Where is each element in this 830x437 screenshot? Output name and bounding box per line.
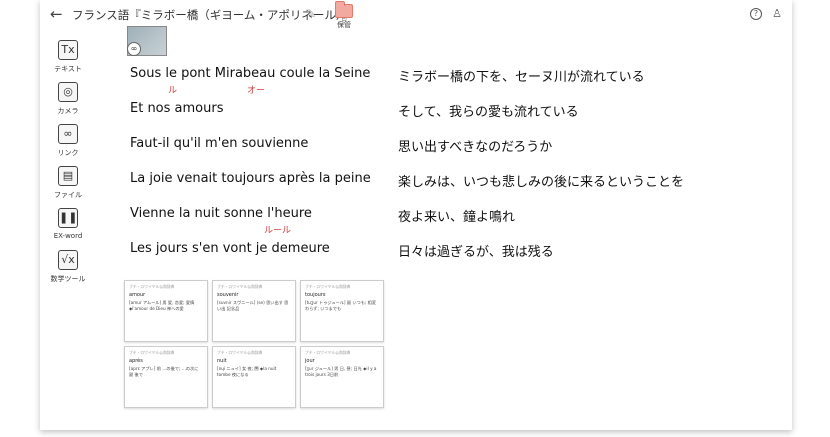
- french-line[interactable]: Les jours s'en vont je demeure: [130, 241, 330, 256]
- save-label: 保管: [337, 21, 351, 29]
- card-source: ブチ・ロワイヤル仏和辞典: [129, 284, 175, 289]
- file-icon: ▤: [58, 166, 78, 186]
- french-line[interactable]: Et nos amours: [130, 101, 223, 116]
- japanese-line[interactable]: 思い出すべきなのだろうか: [398, 136, 552, 155]
- handwritten-note: オー: [247, 86, 266, 96]
- japanese-line[interactable]: そして、我らの愛も流れている: [398, 101, 579, 120]
- card-source: ブチ・ロワイヤル仏和辞典: [217, 350, 263, 355]
- card-headword: amour: [129, 292, 146, 298]
- camera-icon: ◎: [58, 82, 78, 102]
- dictionary-card[interactable]: ブチ・ロワイヤル仏和辞典 toujours [tuʒur トゥジュール] 副 い…: [300, 280, 384, 342]
- card-definition: [suvnir スヴニール] (se) 思い出す 思い出 記念品: [217, 300, 289, 311]
- link-icon: ∞: [58, 124, 78, 144]
- card-headword: après: [129, 358, 143, 364]
- camera-tool-label: カメラ: [57, 107, 79, 115]
- handwritten-note: ルール: [264, 226, 292, 236]
- handwritten-note: ル: [168, 86, 178, 96]
- card-source: ブチ・ロワイヤル仏和辞典: [129, 350, 175, 355]
- japanese-line[interactable]: 日々は過ぎるが、我は残る: [398, 241, 554, 260]
- french-line[interactable]: Faut-il qu'il m'en souvienne: [130, 136, 308, 151]
- help-icon[interactable]: ?: [750, 8, 762, 20]
- math-tool-label: 数学ツール: [50, 275, 86, 283]
- card-headword: jour: [305, 358, 315, 364]
- dictionary-card[interactable]: ブチ・ロワイヤル仏和辞典 après [aprɛ アプレ] 前 …の後で; …の…: [124, 346, 208, 408]
- japanese-line[interactable]: 夜よ来い、鐘よ鳴れ: [398, 206, 515, 225]
- save-button[interactable]: 保管: [332, 1, 356, 30]
- japanese-line[interactable]: 楽しみは、いつも悲しみの後に来るということを: [398, 171, 684, 190]
- card-definition: [amur アムール] 男 愛, 恋愛; 愛情 ◆l'amour de Dieu…: [129, 300, 195, 311]
- french-line[interactable]: Sous le pont Mirabeau coule la Seine: [130, 66, 370, 81]
- back-arrow-icon[interactable]: ←: [50, 5, 63, 23]
- user-icon[interactable]: ♙: [772, 7, 782, 20]
- link-badge-icon[interactable]: ∞: [127, 42, 141, 56]
- french-line[interactable]: Vienne la nuit sonne l'heure: [130, 206, 312, 221]
- ex-word-tool-label: EX-word: [53, 232, 83, 240]
- line-1: Sous le pont Mirabeau coule la Seine ミラボ…: [130, 66, 730, 100]
- card-definition: [aprɛ アプレ] 前 …の後で; …の次に 副 後で: [129, 366, 199, 377]
- ex-word-tool[interactable]: ❚❚ EX-word: [48, 208, 88, 250]
- edit-title-icon[interactable]: ✎: [306, 7, 316, 21]
- french-line[interactable]: La joie venait toujours après la peine: [130, 171, 371, 186]
- card-definition: [ʒur ジュール] 男 日, 昼; 日光 ◆il y a trois jour…: [305, 366, 377, 377]
- line-5: Vienne la nuit sonne l'heure 夜よ来い、鐘よ鳴れ ル…: [130, 206, 730, 240]
- card-headword: toujours: [305, 292, 326, 298]
- text-tool-icon: Tx: [58, 40, 78, 60]
- tool-sidebar: Tx テキスト ◎ カメラ ∞ リンク ▤ ファイル ❚❚ EX-word √x…: [48, 40, 88, 292]
- dictionary-card[interactable]: ブチ・ロワイヤル仏和辞典 souvenir [suvnir スヴニール] (se…: [212, 280, 296, 342]
- japanese-line[interactable]: ミラボー橋の下を、セーヌ川が流れている: [398, 66, 645, 85]
- math-tool[interactable]: √x 数学ツール: [48, 250, 88, 292]
- file-tool[interactable]: ▤ ファイル: [48, 166, 88, 208]
- link-tool[interactable]: ∞ リンク: [48, 124, 88, 166]
- link-tool-label: リンク: [57, 149, 79, 157]
- math-icon: √x: [58, 250, 78, 270]
- card-definition: [nɥi ニュイ] 女 夜; 闇 ◆la nuit tombe 夜になる: [217, 366, 277, 377]
- folder-icon: [335, 1, 353, 18]
- card-source: ブチ・ロワイヤル仏和辞典: [305, 284, 351, 289]
- line-4: La joie venait toujours après la peine 楽…: [130, 171, 730, 205]
- dictionary-card[interactable]: ブチ・ロワイヤル仏和辞典 nuit [nɥi ニュイ] 女 夜; 闇 ◆la n…: [212, 346, 296, 408]
- line-6: Les jours s'en vont je demeure 日々は過ぎるが、我…: [130, 241, 730, 275]
- card-definition: [tuʒur トゥジュール] 副 いつも; 相変わらず; いつまでも: [305, 300, 377, 311]
- dictionary-card[interactable]: ブチ・ロワイヤル仏和辞典 amour [amur アムール] 男 愛, 恋愛; …: [124, 280, 208, 342]
- text-tool[interactable]: Tx テキスト: [48, 40, 88, 82]
- dictionary-card[interactable]: ブチ・ロワイヤル仏和辞典 jour [ʒur ジュール] 男 日, 昼; 日光 …: [300, 346, 384, 408]
- line-2: Et nos amours そして、我らの愛も流れている: [130, 101, 730, 135]
- line-3: Faut-il qu'il m'en souvienne 思い出すべきなのだろう…: [130, 136, 730, 170]
- card-source: ブチ・ロワイヤル仏和辞典: [217, 284, 263, 289]
- card-headword: souvenir: [217, 292, 239, 298]
- dictionary-icon: ❚❚: [58, 208, 78, 228]
- card-headword: nuit: [217, 358, 227, 364]
- camera-tool[interactable]: ◎ カメラ: [48, 82, 88, 124]
- text-tool-label: テキスト: [54, 65, 82, 73]
- card-source: ブチ・ロワイヤル仏和辞典: [305, 350, 351, 355]
- file-tool-label: ファイル: [54, 191, 82, 199]
